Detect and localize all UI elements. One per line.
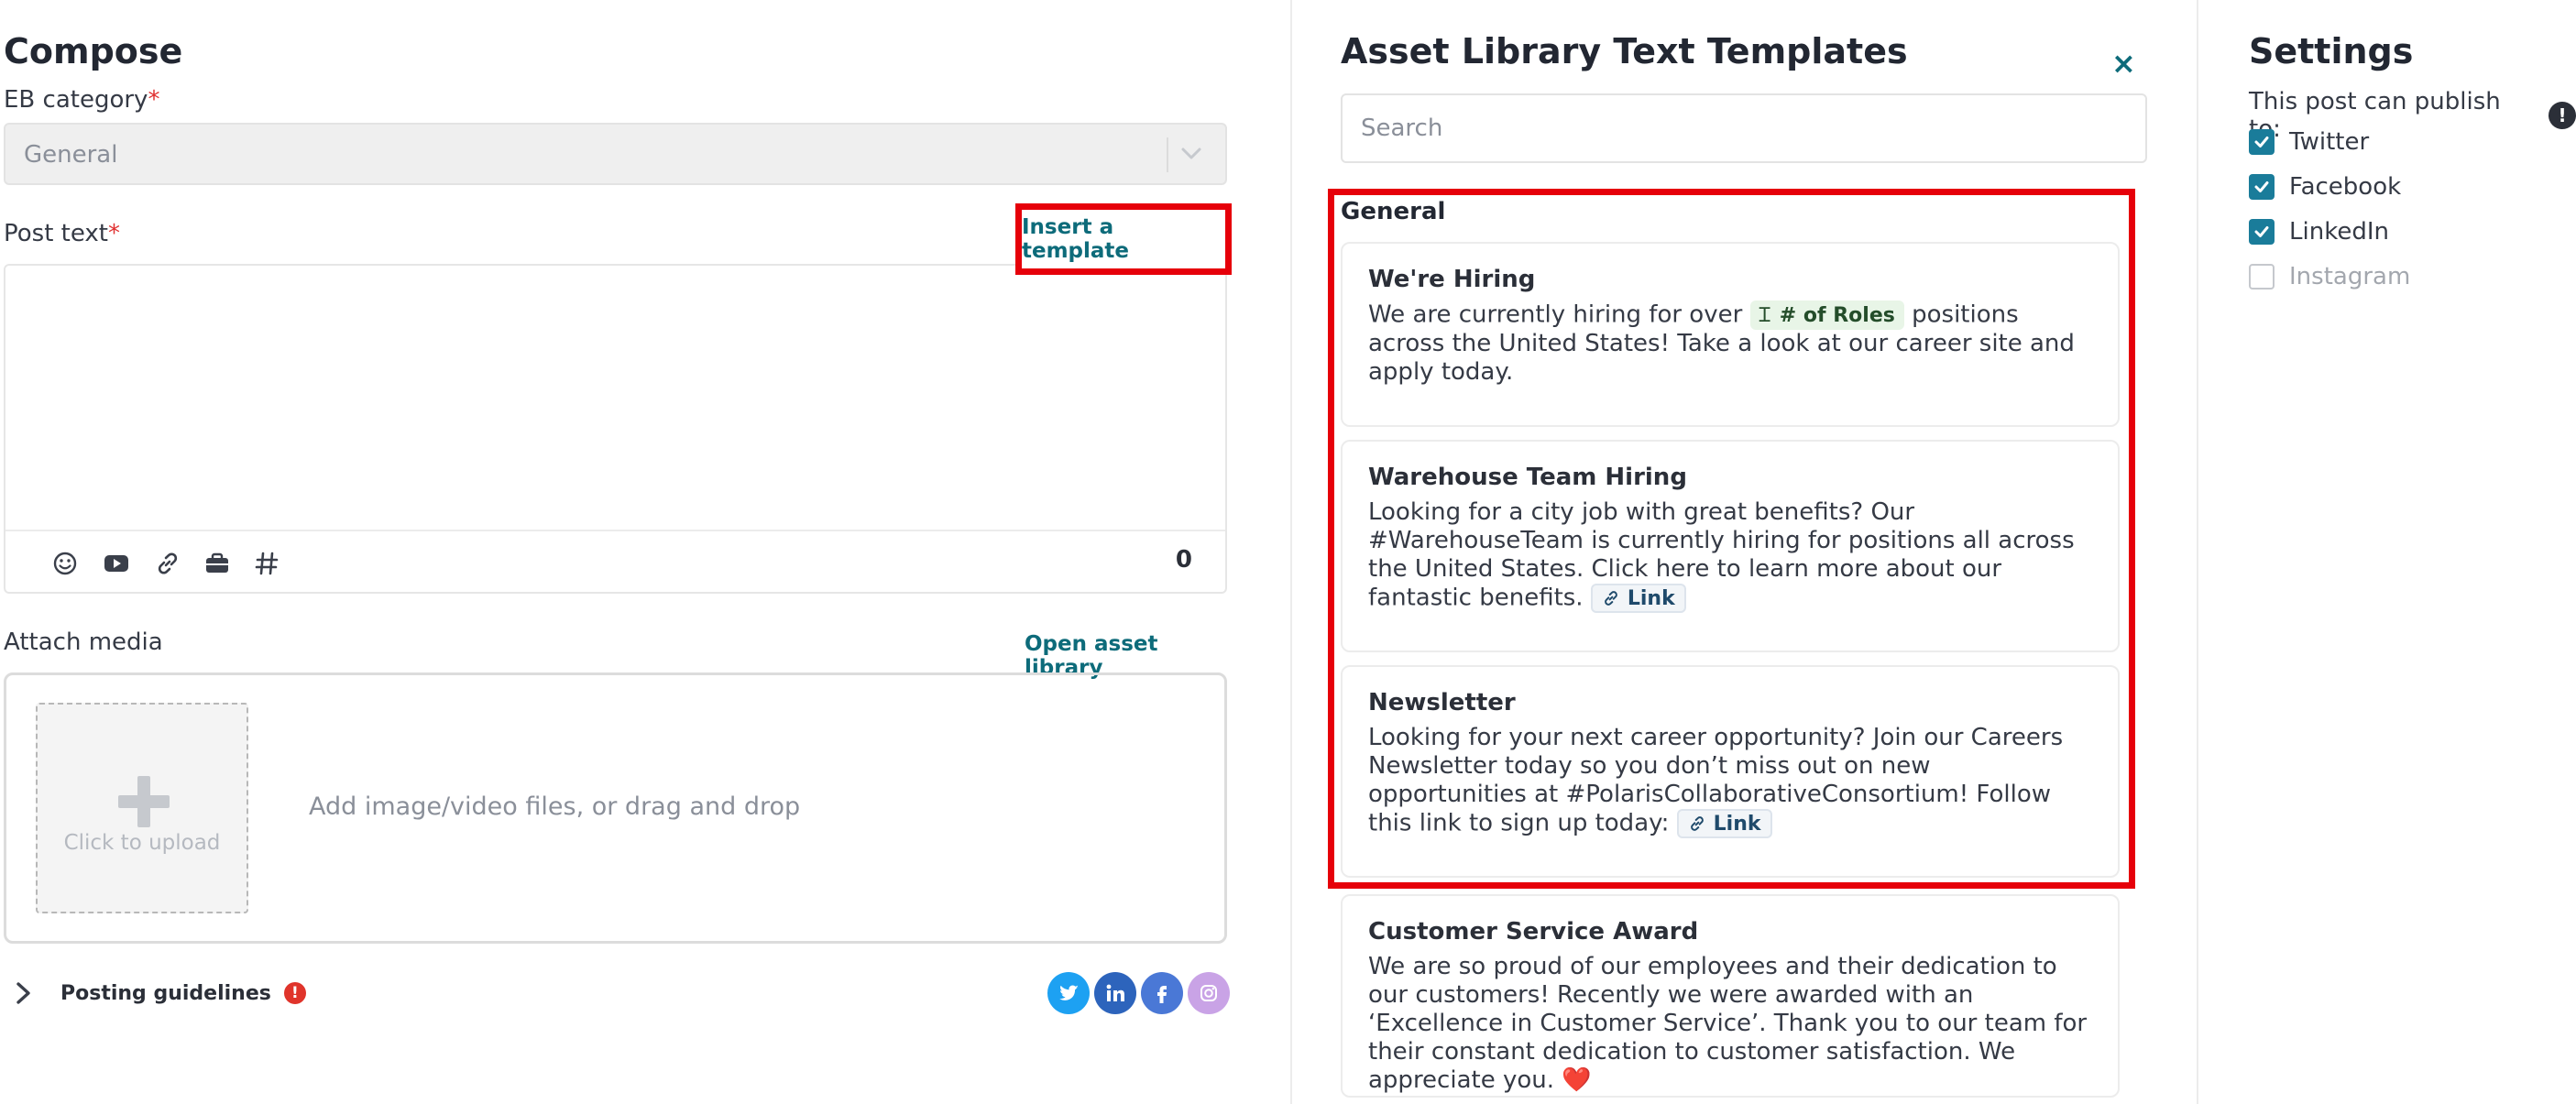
- heart-emoji: ❤️: [1562, 1066, 1592, 1094]
- checkbox-checked-icon[interactable]: [2249, 129, 2275, 155]
- platform-label: Facebook: [2289, 173, 2402, 201]
- template-card-body: We are so proud of our employees and the…: [1368, 953, 2092, 1095]
- hashtag-icon[interactable]: [253, 550, 280, 577]
- checkbox-checked-icon[interactable]: [2249, 219, 2275, 245]
- compose-title: Compose: [4, 31, 183, 71]
- eb-category-select[interactable]: General: [4, 123, 1227, 185]
- instagram-icon: [1188, 972, 1230, 1014]
- upload-label: Click to upload: [63, 831, 221, 855]
- post-text-area[interactable]: 0: [4, 264, 1227, 594]
- template-card[interactable]: Customer Service Award We are so proud o…: [1341, 894, 2120, 1098]
- plus-icon-bar: [118, 795, 170, 808]
- platform-label: Instagram: [2289, 263, 2411, 290]
- eb-category-label-text: EB category: [4, 86, 148, 114]
- eb-category-label: EB category*: [4, 86, 159, 114]
- platform-label: Twitter: [2289, 128, 2370, 156]
- character-count: 0: [1175, 546, 1192, 574]
- post-text-label: Post text*: [4, 220, 120, 247]
- settings-title: Settings: [2249, 31, 2414, 71]
- chevron-right-icon: [16, 982, 30, 1004]
- eb-category-value: General: [24, 141, 118, 169]
- checkbox-checked-icon[interactable]: [2249, 174, 2275, 200]
- media-dropzone[interactable]: Click to upload Add image/video files, o…: [4, 672, 1227, 944]
- facebook-icon: [1141, 972, 1183, 1014]
- post-toolbar: 0: [5, 530, 1225, 592]
- posting-guidelines-toggle[interactable]: Posting guidelines !: [13, 978, 306, 1008]
- emoji-icon[interactable]: [51, 550, 79, 577]
- checkbox-unchecked-icon[interactable]: [2249, 264, 2275, 290]
- select-divider: [1167, 137, 1168, 172]
- alert-icon: !: [283, 982, 306, 1004]
- post-text-label-text: Post text: [4, 220, 108, 247]
- insert-template-button[interactable]: Insert a template: [1015, 203, 1232, 275]
- highlight-box: [1328, 189, 2135, 889]
- platform-checkbox-linkedin[interactable]: LinkedIn: [2249, 218, 2389, 246]
- required-mark: *: [107, 220, 120, 247]
- platform-label: LinkedIn: [2289, 218, 2389, 246]
- youtube-icon[interactable]: [103, 550, 130, 577]
- platform-checkbox-instagram[interactable]: Instagram: [2249, 263, 2410, 290]
- template-search-input[interactable]: [1341, 93, 2147, 163]
- link-icon[interactable]: [154, 550, 181, 577]
- linkedin-icon: [1094, 972, 1136, 1014]
- required-mark: *: [148, 86, 160, 114]
- dropzone-hint: Add image/video files, or drag and drop: [309, 792, 801, 821]
- platform-checkbox-facebook[interactable]: Facebook: [2249, 173, 2401, 201]
- chevron-down-icon: [1181, 148, 1201, 159]
- settings-panel: [2198, 0, 2576, 1104]
- attach-media-label: Attach media: [4, 629, 163, 656]
- upload-button[interactable]: Click to upload: [36, 703, 248, 913]
- twitter-icon: [1047, 972, 1090, 1014]
- template-card-title: Customer Service Award: [1368, 918, 1699, 946]
- close-icon[interactable]: ×: [2111, 46, 2136, 81]
- platform-checkbox-twitter[interactable]: Twitter: [2249, 128, 2369, 156]
- template-text: We are so proud of our employees and the…: [1368, 953, 2088, 1094]
- briefcase-icon[interactable]: [203, 550, 231, 577]
- info-icon[interactable]: !: [2549, 102, 2576, 129]
- posting-guidelines-label: Posting guidelines: [60, 981, 271, 1005]
- social-icons: [1047, 972, 1234, 1014]
- compose-panel: Compose EB category* General Post text*: [0, 0, 1233, 1104]
- template-panel-title: Asset Library Text Templates: [1341, 31, 1908, 71]
